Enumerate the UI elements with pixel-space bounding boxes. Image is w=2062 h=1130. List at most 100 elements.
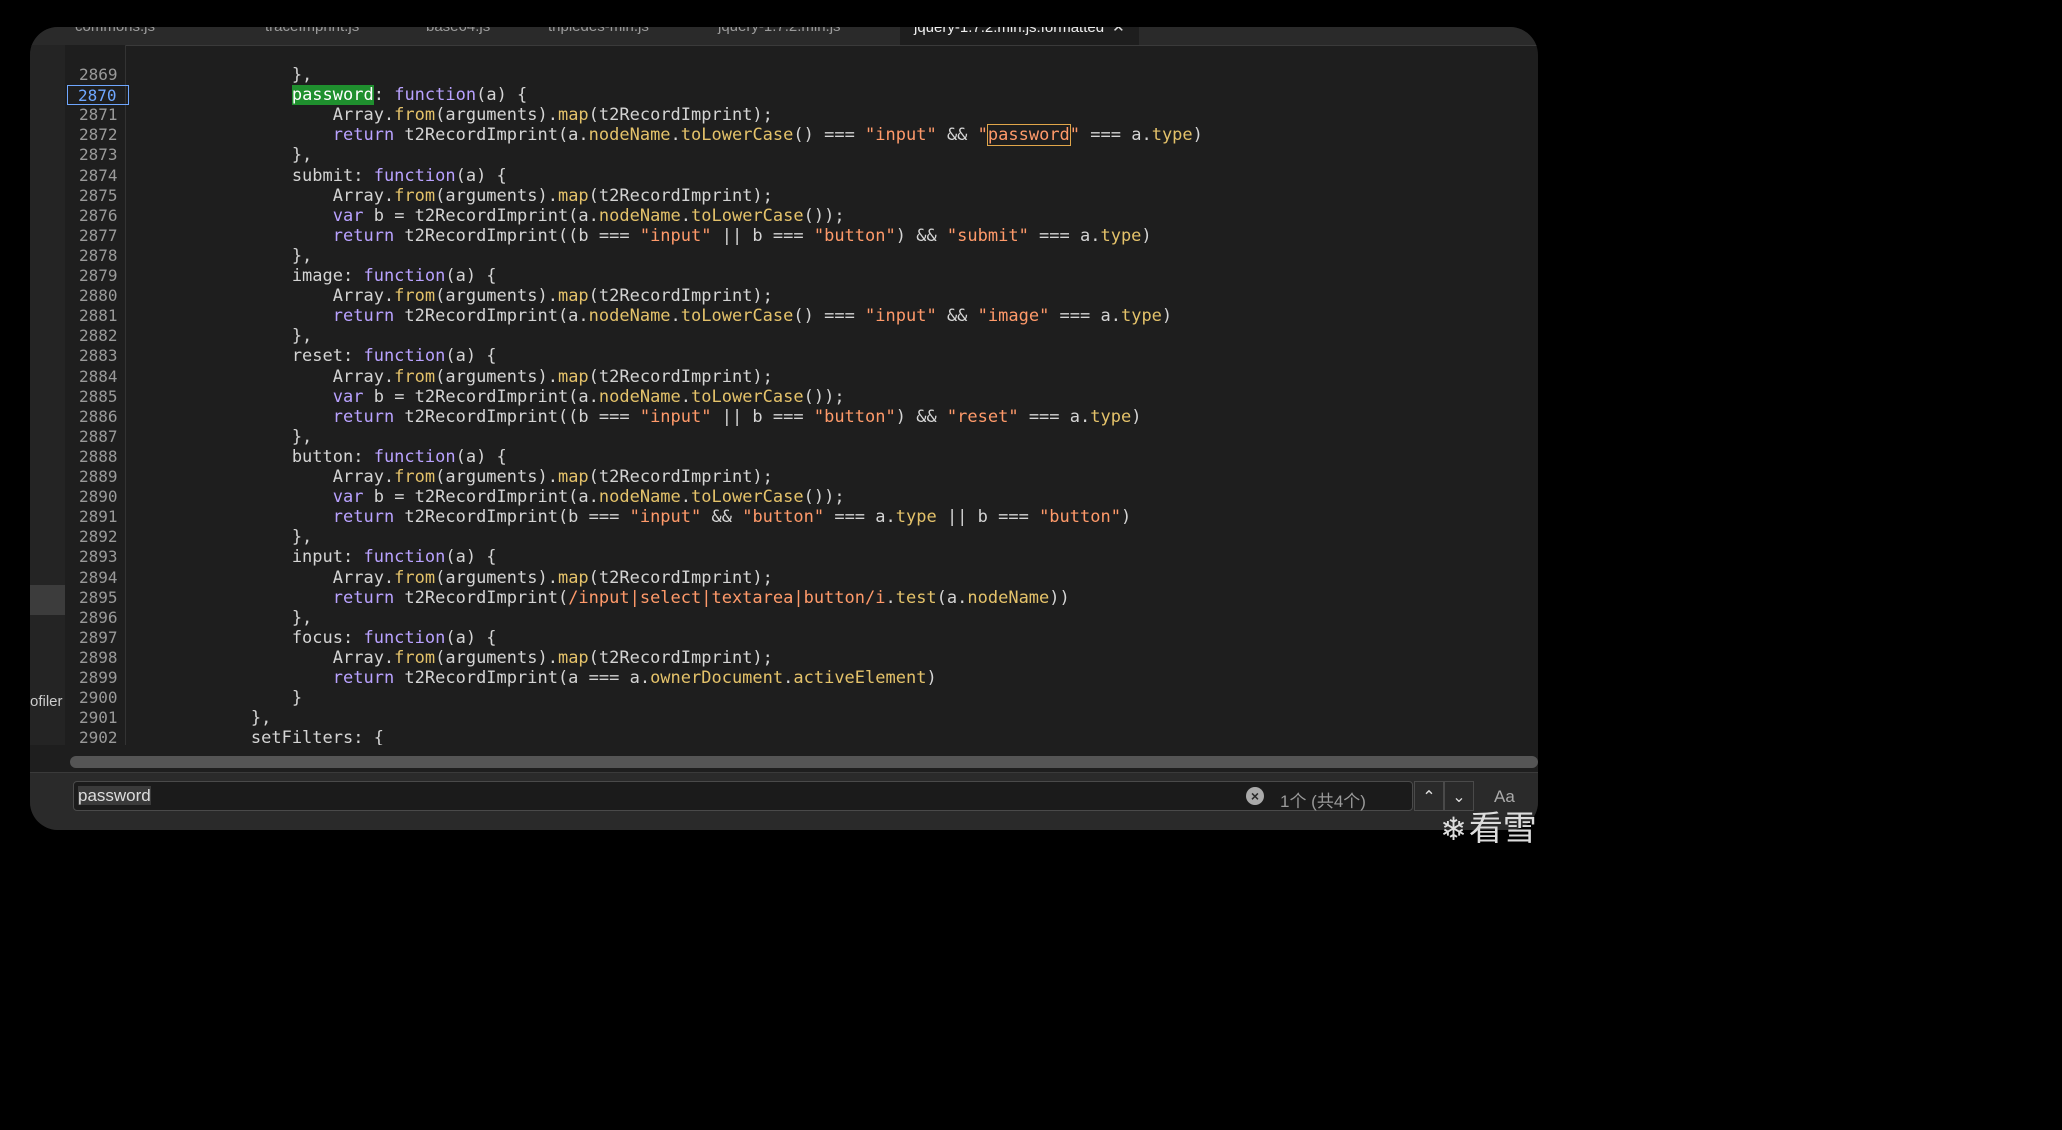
- code-line[interactable]: 2880 Array.from(arguments).map(t2RecordI…: [65, 286, 1538, 306]
- code-line[interactable]: 2879 image: function(a) {: [65, 266, 1538, 286]
- line-number[interactable]: 2884: [79, 367, 124, 387]
- line-number[interactable]: 2882: [79, 326, 124, 346]
- code-line[interactable]: 2872 return t2RecordImprint(a.nodeName.t…: [65, 124, 1538, 147]
- code-line[interactable]: 2891 return t2RecordImprint(b === "input…: [65, 507, 1538, 527]
- code-line[interactable]: 2876 var b = t2RecordImprint(a.nodeName.…: [65, 206, 1538, 226]
- sidebar-profiler-label[interactable]: ofiler: [30, 693, 63, 710]
- code-line[interactable]: 2874 submit: function(a) {: [65, 166, 1538, 186]
- code-text: image: function(a) {: [169, 266, 497, 286]
- code-line[interactable]: 2896 },: [65, 608, 1538, 628]
- code-text: var b = t2RecordImprint(a.nodeName.toLow…: [332, 487, 845, 508]
- chevron-up-icon: ⌃: [1422, 787, 1436, 806]
- code-line[interactable]: 2888 button: function(a) {: [65, 447, 1538, 467]
- code-line[interactable]: 2887 },: [65, 427, 1538, 447]
- code-line[interactable]: 2884 Array.from(arguments).map(t2RecordI…: [65, 367, 1538, 387]
- find-bar: password × 1个 (共4个) ⌃ ⌄ Aa: [30, 772, 1538, 830]
- line-number[interactable]: 2883: [79, 346, 124, 366]
- line-number[interactable]: 2888: [79, 447, 124, 467]
- code-line[interactable]: 2883 reset: function(a) {: [65, 346, 1538, 366]
- line-number[interactable]: 2891: [79, 507, 124, 527]
- code-line[interactable]: 2875 Array.from(arguments).map(t2RecordI…: [65, 186, 1538, 206]
- line-number[interactable]: 2899: [79, 668, 124, 688]
- code-line[interactable]: 2893 input: function(a) {: [65, 547, 1538, 567]
- line-number[interactable]: 2890: [79, 487, 124, 507]
- search-input[interactable]: password: [73, 781, 1413, 811]
- code-line[interactable]: 2899 return t2RecordImprint(a === a.owne…: [65, 668, 1538, 688]
- code-text: focus: function(a) {: [169, 627, 497, 648]
- line-number[interactable]: 2894: [79, 568, 124, 588]
- code-text: },: [169, 326, 313, 347]
- code-text: },: [169, 426, 313, 447]
- code-line[interactable]: 2878 },: [65, 246, 1538, 266]
- line-number[interactable]: 2892: [79, 527, 124, 547]
- line-number[interactable]: 2880: [79, 286, 124, 306]
- line-number[interactable]: 2877: [79, 226, 124, 246]
- code-line[interactable]: 2892 },: [65, 527, 1538, 547]
- code-text: return t2RecordImprint((b === "input" ||…: [332, 406, 1142, 427]
- code-line[interactable]: 2886 return t2RecordImprint((b === "inpu…: [65, 407, 1538, 427]
- code-line[interactable]: 2900 }: [65, 688, 1538, 708]
- line-number[interactable]: 2873: [79, 145, 124, 165]
- code-line[interactable]: 2877 return t2RecordImprint((b === "inpu…: [65, 226, 1538, 246]
- code-text: var b = t2RecordImprint(a.nodeName.toLow…: [332, 386, 845, 407]
- line-number[interactable]: 2881: [79, 306, 124, 326]
- sidebar: [30, 45, 65, 745]
- code-text: var b = t2RecordImprint(a.nodeName.toLow…: [332, 205, 845, 226]
- clear-search-icon[interactable]: ×: [1246, 787, 1264, 805]
- line-number[interactable]: 2871: [79, 105, 124, 125]
- current-line-number[interactable]: 2870: [67, 85, 129, 106]
- line-number[interactable]: 2897: [79, 628, 124, 648]
- code-line[interactable]: 2881 return t2RecordImprint(a.nodeName.t…: [65, 306, 1538, 326]
- line-number[interactable]: 2889: [79, 467, 124, 487]
- line-number[interactable]: 2896: [79, 608, 124, 628]
- code-line[interactable]: 2902 setFilters: {: [65, 728, 1538, 745]
- code-line[interactable]: 2885 var b = t2RecordImprint(a.nodeName.…: [65, 387, 1538, 407]
- code-text: },: [169, 607, 313, 628]
- code-line[interactable]: 2898 Array.from(arguments).map(t2RecordI…: [65, 648, 1538, 668]
- line-number[interactable]: 2874: [79, 166, 124, 186]
- code-line[interactable]: 2890 var b = t2RecordImprint(a.nodeName.…: [65, 487, 1538, 507]
- line-number[interactable]: 2901: [79, 708, 124, 728]
- code-line[interactable]: 2901 },: [65, 708, 1538, 728]
- line-number[interactable]: 2885: [79, 387, 124, 407]
- watermark-text: 看雪: [1468, 809, 1537, 849]
- line-number[interactable]: 2902: [79, 728, 124, 745]
- line-number[interactable]: 2887: [79, 427, 124, 447]
- code-text: return t2RecordImprint((b === "input" ||…: [332, 225, 1152, 246]
- code-text: },: [169, 527, 313, 548]
- code-line[interactable]: 2894 Array.from(arguments).map(t2RecordI…: [65, 568, 1538, 588]
- line-number[interactable]: 2893: [79, 547, 124, 567]
- code-line[interactable]: 2870 password: function(a) {: [65, 85, 1538, 106]
- sidebar-selected-item[interactable]: [30, 585, 65, 615]
- code-text: submit: function(a) {: [169, 165, 507, 186]
- watermark: ❄看雪: [1440, 801, 1537, 850]
- devtools-window: commons.js traceImprint.js base64.js tri…: [30, 27, 1538, 830]
- code-text: return t2RecordImprint(a === a.ownerDocu…: [332, 668, 937, 688]
- code-text: Array.from(arguments).map(t2RecordImprin…: [169, 366, 773, 387]
- line-number[interactable]: 2898: [79, 648, 124, 668]
- horizontal-scrollbar[interactable]: [70, 756, 1538, 768]
- line-number[interactable]: 2886: [79, 407, 124, 427]
- line-number[interactable]: 2895: [79, 588, 124, 608]
- code-line[interactable]: 2873 },: [65, 145, 1538, 165]
- line-number[interactable]: 2900: [79, 688, 124, 708]
- code-line[interactable]: 2897 focus: function(a) {: [65, 628, 1538, 648]
- code-text: reset: function(a) {: [169, 346, 497, 367]
- code-text: return t2RecordImprint(a.nodeName.toLowe…: [332, 306, 1173, 327]
- code-text: Array.from(arguments).map(t2RecordImprin…: [169, 286, 773, 307]
- code-line[interactable]: 2889 Array.from(arguments).map(t2RecordI…: [65, 467, 1538, 487]
- code-line[interactable]: 2882 },: [65, 326, 1538, 346]
- line-number[interactable]: 2872: [79, 125, 124, 145]
- line-number[interactable]: 2876: [79, 206, 124, 226]
- line-number[interactable]: 2878: [79, 246, 124, 266]
- code-text: setFilters: {: [169, 728, 384, 745]
- code-line[interactable]: 2869 },: [65, 65, 1538, 85]
- code-editor[interactable]: 2869 }, 2870 password: function(a) {2871 …: [65, 27, 1538, 745]
- line-number[interactable]: 2869: [79, 65, 124, 85]
- code-line[interactable]: 2895 return t2RecordImprint(/input|selec…: [65, 588, 1538, 608]
- line-number[interactable]: 2879: [79, 266, 124, 286]
- code-line[interactable]: 2871 Array.from(arguments).map(t2RecordI…: [65, 105, 1538, 125]
- code-text: input: function(a) {: [169, 547, 497, 568]
- code-text: Array.from(arguments).map(t2RecordImprin…: [169, 105, 773, 126]
- line-number[interactable]: 2875: [79, 186, 124, 206]
